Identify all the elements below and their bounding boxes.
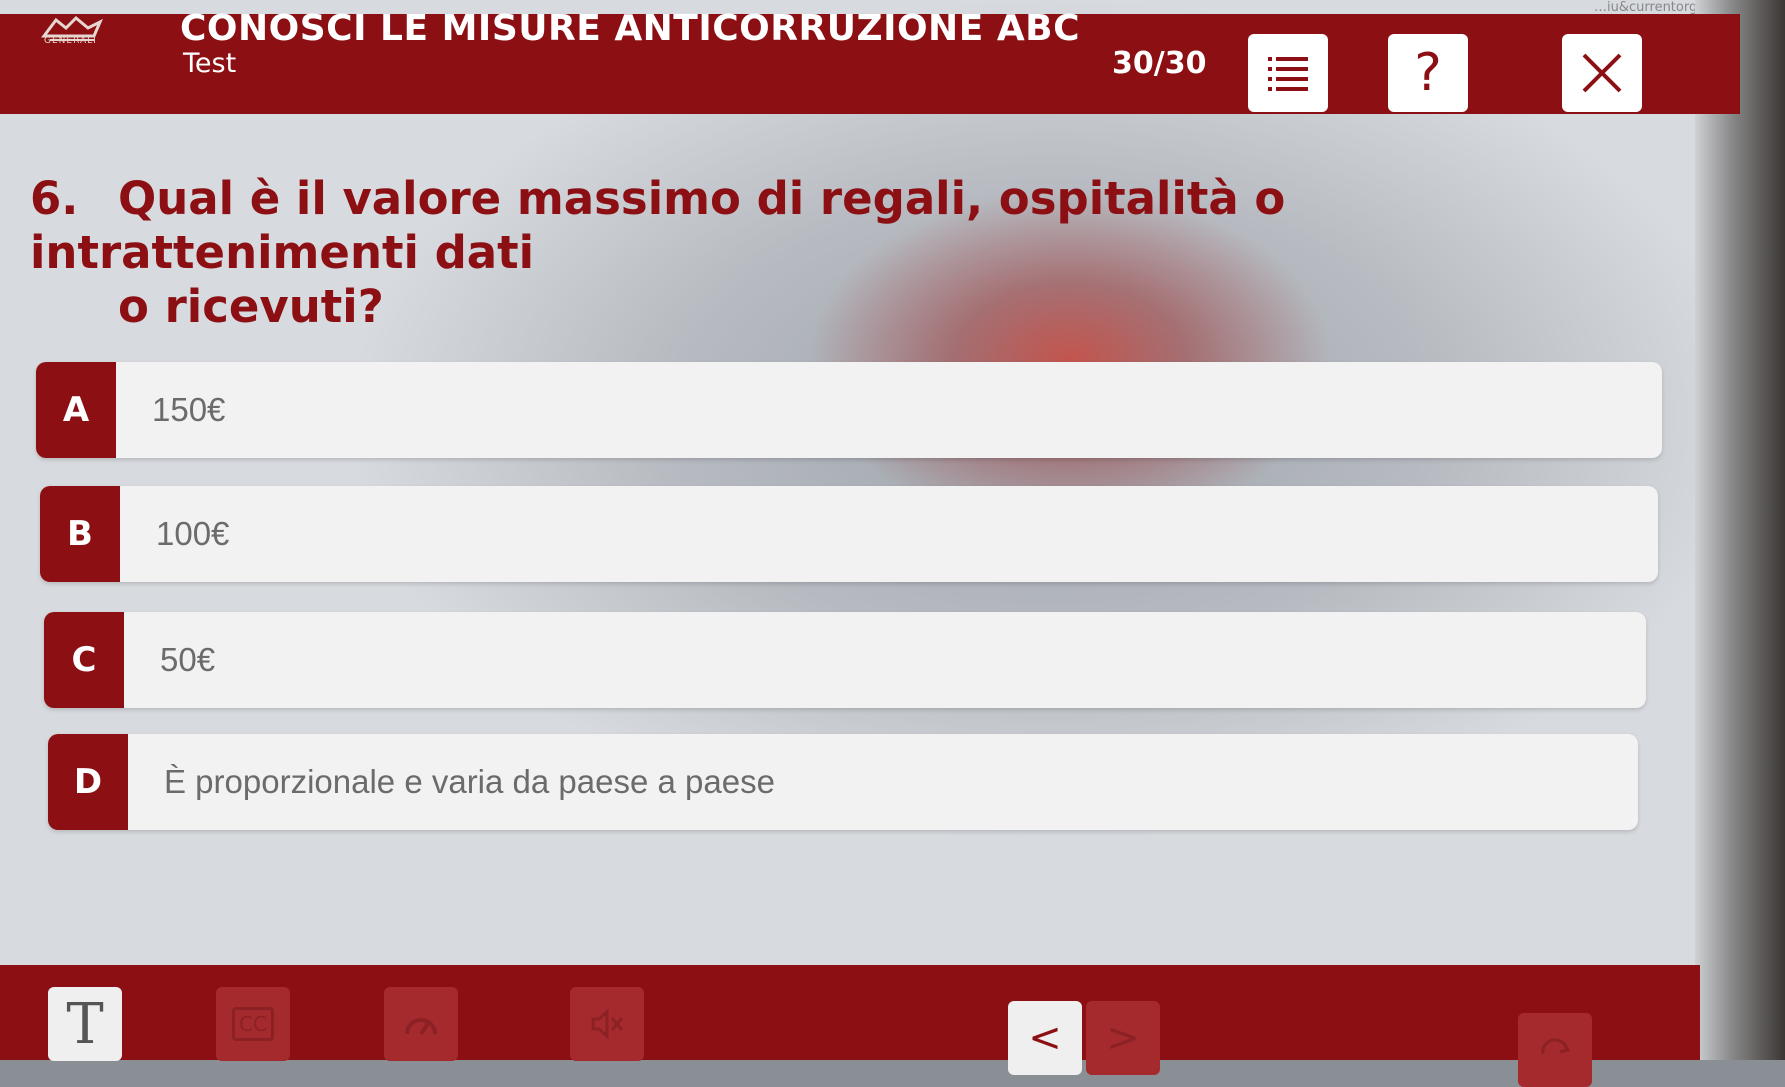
course-footer: T CC < > [0,965,1700,1087]
text-size-button[interactable]: T [48,987,122,1061]
answer-label: 50€ [160,641,216,678]
speed-icon [405,1018,437,1036]
mute-button[interactable] [570,987,644,1061]
question-text: 6. Qual è il valore massimo di regali, os… [30,172,1670,334]
answer-letter: D [48,734,128,830]
question-number: 6. [30,172,79,225]
close-button[interactable] [1562,34,1642,112]
answer-option-d[interactable]: D È proporzionale e varia da paese a pae… [48,734,1638,830]
prev-icon: < [1028,1015,1062,1061]
next-icon: > [1106,1015,1140,1061]
generali-logo [36,14,108,54]
answer-letter: C [44,612,124,708]
captions-button[interactable]: CC [216,987,290,1061]
course-title: CONOSCI LE MISURE ANTICORRUZIONE ABC [180,8,1081,49]
logo-text: GENERALI [44,36,97,46]
question-line-2: o ricevuti? [118,280,384,333]
mute-icon [591,1008,624,1040]
answer-label: 100€ [156,515,230,552]
app-screen: …iu&currentorg=&scoid… GENERALI CONOSCI … [0,0,1785,1087]
captions-icon: CC [232,1007,274,1041]
answer-label: È proporzionale e varia da paese a paese [164,763,775,800]
question-line-1: Qual è il valore massimo di regali, ospi… [30,172,1286,279]
close-icon [1582,53,1622,93]
course-header: GENERALI CONOSCI LE MISURE ANTICORRUZION… [0,8,1740,114]
answer-option-c[interactable]: C 50€ [44,612,1646,708]
list-icon [1268,57,1308,91]
course-subtitle: Test [183,48,237,79]
help-icon: ? [1414,43,1442,103]
prev-button[interactable]: < [1008,1001,1082,1075]
next-button[interactable]: > [1086,1001,1160,1075]
reload-icon [1541,1038,1571,1055]
answer-letter: A [36,362,116,458]
answer-option-a[interactable]: A 150€ [36,362,1662,458]
help-button[interactable]: ? [1388,34,1468,112]
question-progress: 30/30 [1112,46,1207,81]
text-size-icon: T [66,991,104,1057]
answer-option-b[interactable]: B 100€ [40,486,1658,582]
browser-url-fragment: …iu&currentorg=&scoid… [1594,0,1765,14]
reload-button[interactable] [1518,1013,1592,1087]
menu-button[interactable] [1248,34,1328,112]
answer-label: 150€ [152,391,226,428]
answer-letter: B [40,486,120,582]
speed-button[interactable] [384,987,458,1061]
monitor-bezel [1695,0,1785,1060]
